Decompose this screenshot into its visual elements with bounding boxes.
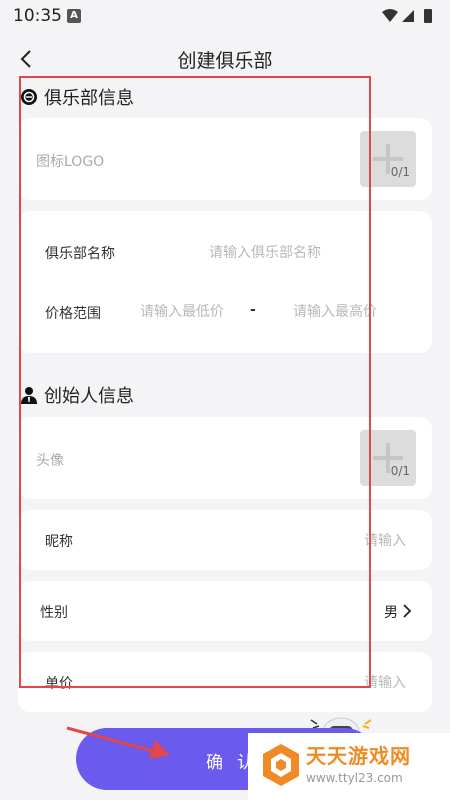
- club-info-title: 俱乐部信息: [44, 88, 134, 109]
- nickname-label: 昵称: [45, 534, 73, 550]
- logo-upload-count: 0/1: [390, 165, 410, 179]
- annotation-arrow-icon: [66, 726, 170, 759]
- avatar-card: 头像 0/1: [18, 417, 432, 499]
- club-name-input[interactable]: 请输入俱乐部名称: [209, 242, 321, 262]
- unit-price-label: 单价: [45, 676, 73, 692]
- status-icons: [382, 9, 432, 23]
- min-price-input[interactable]: 请输入最低价: [140, 301, 224, 321]
- avatar-upload-button[interactable]: 0/1: [360, 430, 416, 486]
- page-title: 创建俱乐部: [177, 50, 273, 72]
- status-bar: 10:35 A: [0, 0, 450, 32]
- wifi-icon: [382, 9, 398, 22]
- watermark-text: 天天游戏网: [306, 744, 411, 768]
- unit-price-input[interactable]: 请输入: [364, 672, 406, 692]
- watermark-url: www.ttyl23.com: [306, 771, 403, 785]
- avatar-upload-count: 0/1: [390, 464, 410, 478]
- logo-label: 图标LOGO: [36, 154, 105, 170]
- battery-icon: [424, 9, 432, 23]
- gender-value: 男: [384, 605, 398, 621]
- founder-info-title: 创始人信息: [44, 386, 134, 407]
- price-separator: -: [250, 302, 256, 318]
- unit-price-row[interactable]: 单价 请输入: [18, 652, 432, 712]
- club-name-label: 俱乐部名称: [45, 246, 115, 262]
- max-price-input[interactable]: 请输入最高价: [293, 301, 377, 321]
- club-details-card: 俱乐部名称 请输入俱乐部名称 价格范围 请输入最低价 - 请输入最高价: [18, 211, 432, 353]
- logo-upload-button[interactable]: 0/1: [360, 131, 416, 187]
- gender-row[interactable]: 性别 男: [18, 581, 432, 641]
- chevron-right-icon: [403, 604, 412, 618]
- club-info-heading: 俱乐部信息: [20, 84, 134, 110]
- status-time: 10:35: [13, 6, 62, 26]
- founder-info-heading: 创始人信息: [20, 382, 134, 408]
- nav-bar: 创建俱乐部: [0, 40, 450, 80]
- nickname-row[interactable]: 昵称 请输入: [18, 510, 432, 570]
- watermark: 天天游戏网 www.ttyl23.com: [248, 733, 450, 800]
- watermark-logo-icon: [263, 744, 299, 786]
- nickname-input[interactable]: 请输入: [364, 530, 406, 550]
- price-range-label: 价格范围: [45, 306, 101, 322]
- avatar-label: 头像: [36, 453, 64, 469]
- person-icon: [21, 387, 37, 404]
- logo-card: 图标LOGO 0/1: [18, 118, 432, 200]
- notification-icon: A: [67, 9, 81, 23]
- club-chat-icon: [21, 89, 37, 105]
- gender-label: 性别: [40, 605, 68, 621]
- signal-icon: [402, 10, 414, 22]
